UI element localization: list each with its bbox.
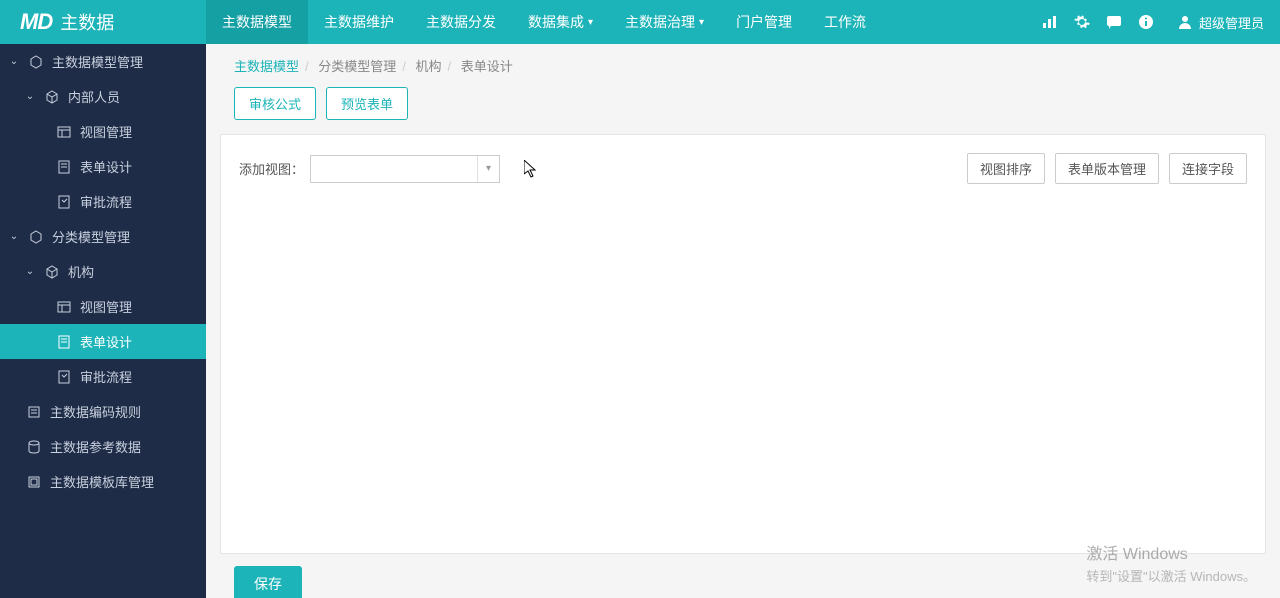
- save-button[interactable]: 保存: [234, 566, 302, 598]
- preview-form-button[interactable]: 预览表单: [326, 87, 408, 120]
- flow-icon: [56, 194, 72, 210]
- rules-icon: [26, 404, 42, 420]
- chevron-down-icon: ⌄: [24, 266, 36, 277]
- table-icon: [56, 124, 72, 140]
- sidebar-item-form-design-2[interactable]: 表单设计: [0, 324, 206, 359]
- chevron-down-icon: ▾: [699, 17, 704, 28]
- breadcrumb: 主数据模型/ 分类模型管理/ 机构/ 表单设计: [206, 44, 1280, 87]
- nav-workflow[interactable]: 工作流: [808, 0, 882, 44]
- sidebar-item-internal-staff[interactable]: ⌄内部人员: [0, 79, 206, 114]
- sidebar-item-view-mgmt[interactable]: 视图管理: [0, 114, 206, 149]
- nav-portal[interactable]: 门户管理: [720, 0, 808, 44]
- audit-formula-button[interactable]: 审核公式: [234, 87, 316, 120]
- chevron-down-icon: ▾: [477, 156, 499, 182]
- user-icon: [1177, 14, 1193, 30]
- save-row: 保存: [206, 554, 1280, 598]
- breadcrumb-item: 表单设计: [461, 59, 513, 74]
- info-icon[interactable]: [1137, 13, 1155, 31]
- row-buttons: 视图排序 表单版本管理 连接字段: [967, 153, 1247, 184]
- breadcrumb-item[interactable]: 主数据模型: [234, 59, 299, 74]
- add-view-select[interactable]: ▾: [310, 155, 500, 183]
- table-icon: [56, 299, 72, 315]
- flow-icon: [56, 369, 72, 385]
- add-view-label: 添加视图：: [239, 159, 304, 178]
- add-view-row: 添加视图： ▾ 视图排序 表单版本管理 连接字段: [239, 153, 1247, 184]
- cube-icon: [44, 89, 60, 105]
- sidebar-item-ref-data[interactable]: 主数据参考数据: [0, 429, 206, 464]
- nav-maintain[interactable]: 主数据维护: [308, 0, 410, 44]
- sidebar-item-model-mgmt[interactable]: ⌄主数据模型管理: [0, 44, 206, 79]
- form-icon: [56, 159, 72, 175]
- cube-icon: [44, 264, 60, 280]
- sidebar-item-template-lib[interactable]: 主数据模板库管理: [0, 464, 206, 499]
- main-content: 主数据模型/ 分类模型管理/ 机构/ 表单设计 审核公式 预览表单 添加视图： …: [206, 44, 1280, 598]
- form-version-button[interactable]: 表单版本管理: [1055, 153, 1159, 184]
- chevron-down-icon: ⌄: [8, 231, 20, 242]
- sidebar-item-form-design[interactable]: 表单设计: [0, 149, 206, 184]
- nav-distribute[interactable]: 主数据分发: [410, 0, 512, 44]
- nav-integrate[interactable]: 数据集成▾: [512, 0, 609, 44]
- cube-group-icon: [28, 229, 44, 245]
- header: MD 主数据 主数据模型 主数据维护 主数据分发 数据集成▾ 主数据治理▾ 门户…: [0, 0, 1280, 44]
- form-icon: [56, 334, 72, 350]
- sidebar-item-org[interactable]: ⌄机构: [0, 254, 206, 289]
- action-bar: 审核公式 预览表单: [206, 87, 1280, 134]
- sidebar-item-approval[interactable]: 审批流程: [0, 184, 206, 219]
- breadcrumb-item[interactable]: 分类模型管理: [318, 59, 396, 74]
- gear-icon[interactable]: [1073, 13, 1091, 31]
- cube-group-icon: [28, 54, 44, 70]
- top-nav: 主数据模型 主数据维护 主数据分发 数据集成▾ 主数据治理▾ 门户管理 工作流: [206, 0, 882, 44]
- logo-icon: MD: [20, 9, 52, 35]
- sidebar-item-code-rules[interactable]: 主数据编码规则: [0, 394, 206, 429]
- lib-icon: [26, 474, 42, 490]
- user-menu[interactable]: 超级管理员: [1169, 13, 1264, 32]
- chevron-down-icon: ⌄: [8, 56, 20, 67]
- chat-icon[interactable]: [1105, 13, 1123, 31]
- sidebar-item-view-mgmt-2[interactable]: 视图管理: [0, 289, 206, 324]
- sidebar-item-approval-2[interactable]: 审批流程: [0, 359, 206, 394]
- content-panel: 添加视图： ▾ 视图排序 表单版本管理 连接字段: [220, 134, 1266, 554]
- header-right: 超级管理员: [1041, 13, 1280, 32]
- logo[interactable]: MD 主数据: [0, 9, 206, 35]
- chevron-down-icon: ⌄: [24, 91, 36, 102]
- nav-model[interactable]: 主数据模型: [206, 0, 308, 44]
- view-sort-button[interactable]: 视图排序: [967, 153, 1045, 184]
- sidebar: ⌄主数据模型管理 ⌄内部人员 视图管理 表单设计 审批流程 ⌄分类模型管理 ⌄机…: [0, 44, 206, 598]
- chart-icon[interactable]: [1041, 13, 1059, 31]
- logo-text: 主数据: [60, 9, 114, 35]
- sidebar-item-category-mgmt[interactable]: ⌄分类模型管理: [0, 219, 206, 254]
- user-name: 超级管理员: [1199, 13, 1264, 32]
- chevron-down-icon: ▾: [588, 17, 593, 28]
- link-field-button[interactable]: 连接字段: [1169, 153, 1247, 184]
- nav-govern[interactable]: 主数据治理▾: [609, 0, 720, 44]
- ref-icon: [26, 439, 42, 455]
- breadcrumb-item[interactable]: 机构: [416, 59, 442, 74]
